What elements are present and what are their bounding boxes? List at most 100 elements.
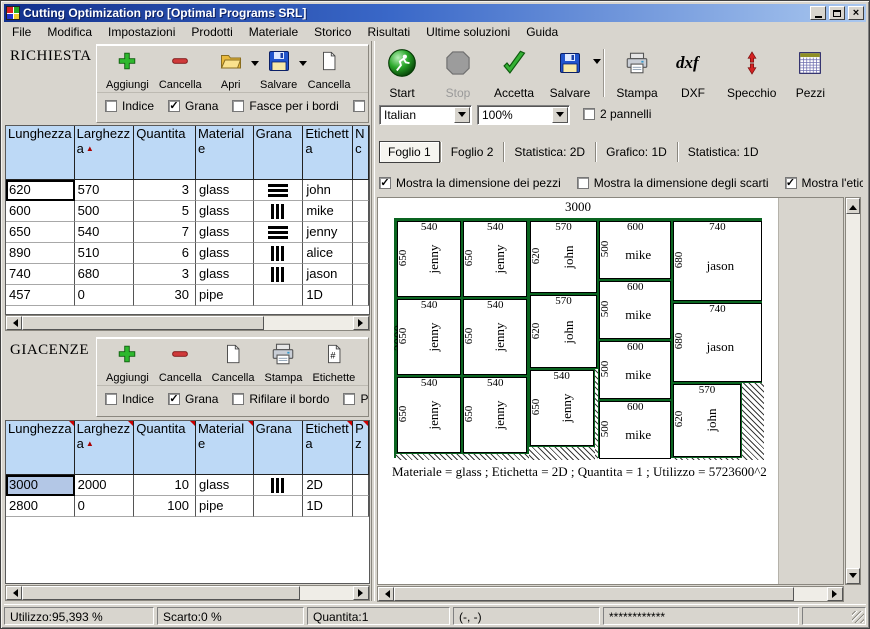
cell[interactable] <box>254 264 304 285</box>
col-header-larghezza[interactable]: Larghezza▲ <box>75 421 135 475</box>
checkbox-box[interactable]: ✓ <box>379 177 391 189</box>
menu-prodotti[interactable]: Prodotti <box>183 23 240 41</box>
cell[interactable]: 0 <box>75 285 135 306</box>
checkbox-box[interactable] <box>583 108 595 120</box>
scroll-thumb[interactable] <box>394 587 794 601</box>
solution-pezzi-button[interactable]: Pezzi <box>785 45 835 101</box>
canvas-h-scrollbar[interactable] <box>377 586 844 602</box>
dropdown-arrow-icon[interactable] <box>593 59 601 68</box>
cell[interactable]: glass <box>196 264 254 285</box>
checkbox-box[interactable] <box>353 100 365 112</box>
scroll-thumb[interactable] <box>22 316 264 330</box>
scroll-right-button[interactable] <box>827 587 843 601</box>
cell[interactable]: 890 <box>6 243 75 264</box>
scroll-left-button[interactable] <box>6 316 22 330</box>
cell[interactable]: pipe <box>196 496 254 517</box>
cell[interactable]: 740 <box>6 264 75 285</box>
tab-statistica-2d[interactable]: Statistica: 2D <box>504 141 595 163</box>
checkbox-indice[interactable]: Indice <box>105 392 154 406</box>
cell[interactable]: 6 <box>134 243 196 264</box>
canvas-v-scrollbar[interactable] <box>845 197 861 585</box>
col-header-etichetta[interactable]: Etichetta <box>303 126 353 180</box>
dropdown-button[interactable] <box>454 107 470 123</box>
col-header-materiale[interactable]: Materiale <box>196 126 254 180</box>
cell[interactable] <box>353 243 369 264</box>
checkbox-mostra-la-dimensione-dei-pezzi[interactable]: ✓Mostra la dimensione dei pezzi <box>379 176 561 190</box>
cell[interactable] <box>353 222 369 243</box>
scroll-right-button[interactable] <box>353 316 369 330</box>
cell[interactable]: 570 <box>75 180 135 201</box>
solution-start-button[interactable]: Start <box>377 45 427 101</box>
scroll-left-button[interactable] <box>378 587 394 601</box>
cell[interactable]: 650 <box>6 222 75 243</box>
cell[interactable]: 3 <box>134 264 196 285</box>
cell[interactable]: 510 <box>75 243 135 264</box>
cell[interactable]: 600 <box>6 201 75 222</box>
menu-risultati[interactable]: Risultati <box>359 23 418 41</box>
tab-grafico-1d[interactable]: Grafico: 1D <box>596 141 677 163</box>
cell[interactable]: jason <box>303 264 353 285</box>
cell[interactable] <box>254 201 304 222</box>
cell[interactable]: 2D <box>303 475 353 496</box>
cell[interactable]: 5 <box>134 201 196 222</box>
cell[interactable]: glass <box>196 222 254 243</box>
checkbox-mostra-l-etichetta-del-pe[interactable]: ✓Mostra l'etichetta del pe <box>785 176 864 190</box>
cell[interactable] <box>353 180 369 201</box>
checkbox-indice[interactable]: Indice <box>105 99 154 113</box>
col-header-etichetta[interactable]: Etichetta <box>303 421 353 475</box>
cell[interactable] <box>353 201 369 222</box>
checkbox-rifilare-il-bordo[interactable]: Rifilare il bordo <box>232 392 329 406</box>
cell[interactable] <box>254 243 304 264</box>
cell[interactable] <box>353 475 369 496</box>
checkbox-box[interactable] <box>343 393 355 405</box>
cell[interactable]: 7 <box>134 222 196 243</box>
language-select[interactable]: Italian <box>379 105 472 125</box>
menu-file[interactable]: File <box>4 23 39 41</box>
scroll-right-button[interactable] <box>353 586 369 600</box>
cell[interactable]: glass <box>196 180 254 201</box>
cell[interactable]: alice <box>303 243 353 264</box>
checkbox-fasce-per-i-bordi[interactable]: Fasce per i bordi <box>232 99 338 113</box>
checkbox-box[interactable] <box>232 393 244 405</box>
cell[interactable]: 500 <box>75 201 135 222</box>
cell[interactable]: pipe <box>196 285 254 306</box>
cell[interactable]: 3 <box>134 180 196 201</box>
checkbox-priorita[interactable]: Priorita <box>343 392 368 406</box>
solution-stampa-button[interactable]: Stampa <box>612 45 662 101</box>
tab-foglio-1[interactable]: Foglio 1 <box>379 141 440 163</box>
checkbox-box[interactable]: ✓ <box>168 100 180 112</box>
minimize-button[interactable] <box>810 6 826 20</box>
cell[interactable]: 0 <box>75 496 135 517</box>
col-header-grana[interactable]: Grana <box>254 421 304 475</box>
checkbox-box[interactable] <box>577 177 589 189</box>
scroll-thumb[interactable] <box>22 586 300 600</box>
col-header-larghezza[interactable]: Larghezza▲ <box>75 126 135 180</box>
cell[interactable]: 540 <box>75 222 135 243</box>
cell[interactable]: mike <box>303 201 353 222</box>
solution-specchio-button[interactable]: Specchio <box>724 45 779 101</box>
menu-modifica[interactable]: Modifica <box>39 23 100 41</box>
cell[interactable]: glass <box>196 243 254 264</box>
cell[interactable]: glass <box>196 201 254 222</box>
giacenze-cancella-button[interactable]: Cancella <box>209 340 258 385</box>
cell[interactable] <box>254 222 304 243</box>
cell[interactable] <box>254 475 304 496</box>
checkbox-box[interactable] <box>105 100 117 112</box>
cell[interactable]: jenny <box>303 222 353 243</box>
cell[interactable]: 2000 <box>75 475 135 496</box>
cell[interactable] <box>353 264 369 285</box>
checkbox-grana[interactable]: ✓Grana <box>168 392 218 406</box>
scroll-left-button[interactable] <box>6 586 22 600</box>
menu-storico[interactable]: Storico <box>306 23 359 41</box>
col-header-pz[interactable]: Pz <box>353 421 369 475</box>
solution-accetta-button[interactable]: Accetta <box>489 45 539 101</box>
checkbox-2-pannelli[interactable]: 2 pannelli <box>583 107 651 121</box>
tab-foglio-2[interactable]: Foglio 2 <box>441 141 504 163</box>
cell[interactable]: john <box>303 180 353 201</box>
menu-impostazioni[interactable]: Impostazioni <box>100 23 183 41</box>
col-header-quantita[interactable]: Quantita <box>134 126 196 180</box>
col-header-quantita[interactable]: Quantita <box>134 421 196 475</box>
cell[interactable]: glass <box>196 475 254 496</box>
cell[interactable]: 30 <box>134 285 196 306</box>
panel-splitter[interactable] <box>371 41 375 601</box>
